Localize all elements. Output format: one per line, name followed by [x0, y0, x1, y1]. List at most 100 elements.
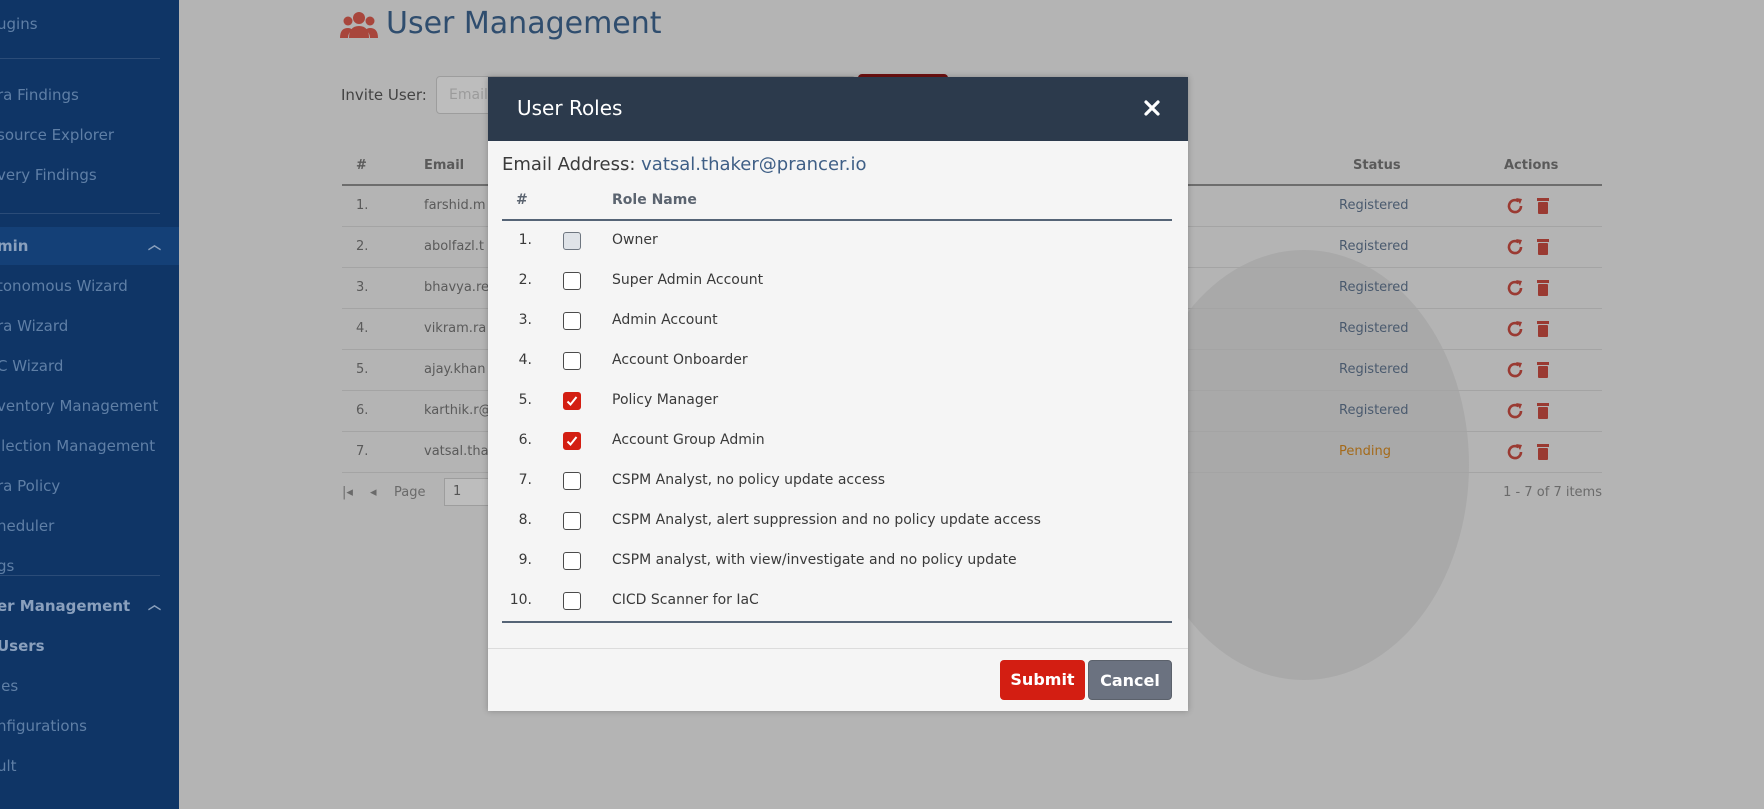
- role-name: Account Onboarder: [612, 352, 748, 368]
- refresh-icon[interactable]: [1505, 237, 1525, 257]
- sidebar-item[interactable]: min ︿: [0, 227, 179, 265]
- sidebar-item[interactable]: gs: [0, 547, 179, 585]
- role-name: CSPM Analyst, no policy update access: [612, 472, 886, 488]
- row-status: Registered: [1339, 403, 1409, 418]
- refresh-icon[interactable]: [1505, 360, 1525, 380]
- invite-user-label: Invite User:: [341, 86, 427, 104]
- role-num: 3.: [518, 312, 532, 328]
- trash-icon[interactable]: [1533, 401, 1553, 421]
- sidebar-item-label: ventory Management: [0, 397, 159, 415]
- sidebar-item[interactable]: les: [0, 667, 179, 705]
- roles-table: # Role Name 1. Owner 2. Super Admin Account…: [502, 184, 1172, 623]
- sidebar-item-label: er Management: [0, 597, 131, 615]
- refresh-icon[interactable]: [1505, 319, 1525, 339]
- role-row: 8. CSPM Analyst, alert suppression and no…: [502, 501, 1172, 541]
- role-name: Admin Account: [612, 312, 718, 328]
- refresh-icon[interactable]: [1505, 196, 1525, 216]
- row-num: 4.: [356, 321, 369, 336]
- sidebar-item[interactable]: ugins: [0, 5, 179, 43]
- role-checkbox[interactable]: [563, 272, 581, 290]
- col-email: Email: [424, 158, 465, 173]
- sidebar-item[interactable]: source Explorer: [0, 116, 179, 154]
- row-num: 3.: [356, 280, 369, 295]
- trash-icon[interactable]: [1533, 196, 1553, 216]
- row-email: ajay.khan: [424, 362, 486, 377]
- row-status: Registered: [1339, 198, 1409, 213]
- user-roles-modal: User Roles Email Address: vatsal.thaker@…: [488, 77, 1188, 711]
- role-checkbox[interactable]: [563, 472, 581, 490]
- role-row: 4. Account Onboarder: [502, 341, 1172, 381]
- prev-page-icon[interactable]: ◂: [370, 485, 377, 500]
- role-name: CSPM analyst, with view/investigate and …: [612, 552, 1017, 568]
- role-checkbox[interactable]: [563, 392, 581, 410]
- trash-icon[interactable]: [1533, 278, 1553, 298]
- sidebar-item[interactable]: ra Findings: [0, 76, 179, 114]
- row-num: 6.: [356, 403, 369, 418]
- col-num: #: [356, 158, 367, 173]
- role-checkbox: [563, 232, 581, 250]
- sidebar-item-label: Users: [0, 637, 45, 655]
- role-num: 4.: [518, 352, 532, 368]
- role-checkbox[interactable]: [563, 592, 581, 610]
- row-email: vatsal.tha: [424, 444, 489, 459]
- close-button[interactable]: [1138, 94, 1166, 122]
- sidebar-item[interactable]: heduler: [0, 507, 179, 545]
- chevron-up-icon: ︿: [147, 598, 161, 613]
- sidebar-item-label: very Findings: [0, 166, 97, 184]
- refresh-icon[interactable]: [1505, 278, 1525, 298]
- items-info: 1 - 7 of 7 items: [1503, 485, 1602, 500]
- sidebar-item[interactable]: ra Policy: [0, 467, 179, 505]
- sidebar-item[interactable]: very Findings: [0, 156, 179, 194]
- sidebar-item-label: tonomous Wizard: [0, 277, 128, 295]
- trash-icon[interactable]: [1533, 442, 1553, 462]
- sidebar-item[interactable]: tonomous Wizard: [0, 267, 179, 305]
- col-status: Status: [1353, 158, 1401, 173]
- role-checkbox[interactable]: [563, 552, 581, 570]
- sidebar-divider: [0, 213, 160, 214]
- refresh-icon[interactable]: [1505, 442, 1525, 462]
- row-email: karthik.r@: [424, 403, 492, 418]
- sidebar-item-label: ra Findings: [0, 86, 79, 104]
- sidebar-item[interactable]: er Management ︿: [0, 587, 179, 625]
- refresh-icon[interactable]: [1505, 401, 1525, 421]
- row-num: 1.: [356, 198, 369, 213]
- role-num: 6.: [518, 432, 532, 448]
- sidebar-item[interactable]: ra Wizard: [0, 307, 179, 345]
- sidebar-divider: [0, 575, 160, 576]
- sidebar-item[interactable]: ventory Management: [0, 387, 179, 425]
- role-num: 2.: [518, 272, 532, 288]
- trash-icon[interactable]: [1533, 360, 1553, 380]
- first-page-icon[interactable]: |◂: [342, 485, 353, 500]
- trash-icon[interactable]: [1533, 237, 1553, 257]
- role-name: CSPM Analyst, alert suppression and no p…: [612, 512, 1041, 528]
- row-status: Registered: [1339, 362, 1409, 377]
- chevron-up-icon: ︿: [147, 238, 161, 253]
- role-row: 5. Policy Manager: [502, 381, 1172, 421]
- sidebar-item-label: ra Wizard: [0, 317, 69, 335]
- cancel-button[interactable]: Cancel: [1088, 660, 1172, 700]
- sidebar-item[interactable]: llection Management: [0, 427, 179, 465]
- role-num: 5.: [518, 392, 532, 408]
- sidebar-item-label: ra Policy: [0, 477, 61, 495]
- role-row: 6. Account Group Admin: [502, 421, 1172, 461]
- users-icon: [340, 9, 378, 39]
- row-email: bhavya.re: [424, 280, 489, 295]
- sidebar-item-label: C Wizard: [0, 357, 64, 375]
- email-address-line: Email Address: vatsal.thaker@prancer.io: [502, 154, 867, 175]
- modal-header: User Roles: [488, 77, 1188, 141]
- sidebar-item[interactable]: C Wizard: [0, 347, 179, 385]
- sidebar-item-label: min: [0, 237, 29, 255]
- submit-button[interactable]: Submit: [1000, 660, 1085, 700]
- role-checkbox[interactable]: [563, 512, 581, 530]
- check-icon: [566, 396, 578, 406]
- role-name: Super Admin Account: [612, 272, 764, 288]
- sidebar-item[interactable]: nfigurations: [0, 707, 179, 745]
- role-num: 8.: [518, 512, 532, 528]
- sidebar-item-label: ugins: [0, 15, 38, 33]
- sidebar-item[interactable]: Users: [0, 627, 179, 665]
- role-checkbox[interactable]: [563, 352, 581, 370]
- role-checkbox[interactable]: [563, 312, 581, 330]
- role-checkbox[interactable]: [563, 432, 581, 450]
- trash-icon[interactable]: [1533, 319, 1553, 339]
- sidebar-item[interactable]: ult: [0, 747, 179, 785]
